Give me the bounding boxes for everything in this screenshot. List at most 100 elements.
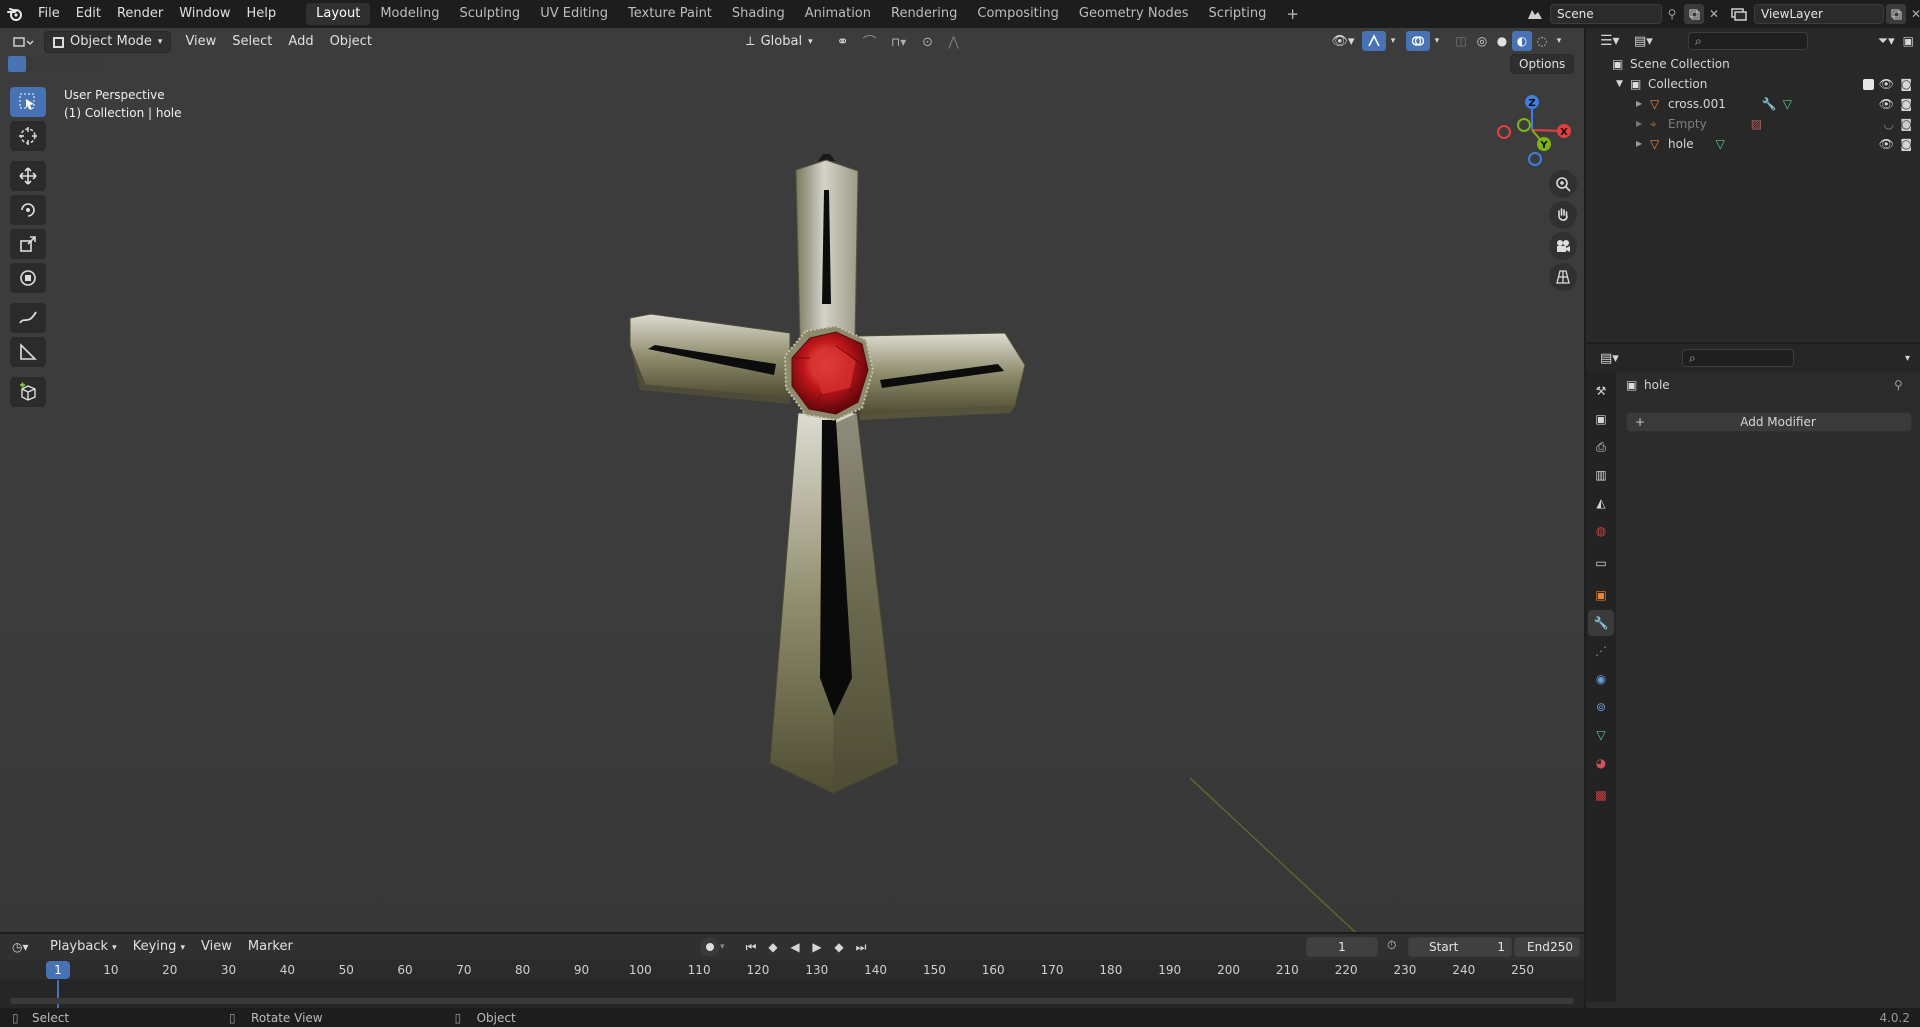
chevron-right-icon[interactable]: ▶ [1636, 94, 1650, 114]
physics-tab-icon[interactable]: ◉ [1588, 666, 1614, 692]
add-modifier-button[interactable]: + Add Modifier [1626, 412, 1912, 432]
snap-icon[interactable]: ⌒ [859, 32, 881, 52]
jump-start-icon[interactable]: ⏮ [740, 940, 762, 955]
properties-editor-icon[interactable]: ▤▾ [1600, 351, 1630, 366]
camera-icon[interactable]: ◙ [1900, 134, 1912, 154]
timeline-ruler[interactable]: 1 10 20 30 40 50 60 70 80 90 100 110 120 130 140 150 16… [0, 960, 1584, 980]
measure-tool[interactable] [10, 337, 46, 367]
camera-icon[interactable]: ◙ [1900, 114, 1912, 134]
chevron-down-icon[interactable]: ▾ [720, 942, 734, 952]
cursor-tool[interactable] [10, 121, 46, 151]
tab-sculpting[interactable]: Sculpting [449, 3, 530, 25]
render-tab-icon[interactable]: ▣ [1588, 406, 1614, 432]
tab-uv-editing[interactable]: UV Editing [530, 3, 618, 25]
tab-layout[interactable]: Layout [306, 3, 371, 25]
visibility-icon[interactable]: 👁▾ [1328, 34, 1358, 49]
menu-view[interactable]: View [177, 31, 224, 53]
transform-orientation-dropdown[interactable]: ⟂ Global ▾ [738, 31, 821, 53]
include-checkbox[interactable] [1863, 79, 1874, 90]
menu-add[interactable]: Add [280, 31, 321, 53]
select-invert-icon[interactable] [65, 56, 83, 72]
menu-render[interactable]: Render [109, 0, 171, 28]
menu-object[interactable]: Object [322, 31, 380, 53]
view-layer-name-field[interactable]: ViewLayer [1754, 4, 1884, 24]
rendered-shading-icon[interactable]: ◌ [1532, 34, 1552, 48]
display-mode-icon[interactable]: ▤▾ [1634, 34, 1664, 49]
tool-tab-icon[interactable]: ⚒ [1588, 378, 1614, 404]
scene-collection-row[interactable]: ▣ Scene Collection [1612, 54, 1920, 74]
chevron-right-icon[interactable]: ▶ [1636, 134, 1650, 154]
tab-geometry-nodes[interactable]: Geometry Nodes [1069, 3, 1199, 25]
material-shading-icon[interactable]: ◐ [1512, 31, 1532, 51]
wireframe-shading-icon[interactable]: ◎ [1472, 34, 1492, 48]
overlay-toggle-icon[interactable] [1406, 31, 1430, 51]
tab-compositing[interactable]: Compositing [967, 3, 1069, 25]
outliner-item-cross[interactable]: ▶ ▽ cross.001 🔧 ▽ 👁 ◙ [1612, 94, 1920, 114]
chevron-right-icon[interactable]: ▶ [1636, 114, 1650, 134]
filter-icon[interactable]: ⏷▾ [1878, 34, 1895, 49]
end-frame-field[interactable]: End 250 [1514, 937, 1580, 957]
pin-icon[interactable]: ⚲ [1894, 378, 1903, 392]
particles-tab-icon[interactable]: ⋰ [1588, 638, 1614, 664]
pin-icon[interactable]: ⚲ [1662, 7, 1682, 21]
new-view-layer-icon[interactable] [1886, 4, 1906, 24]
tab-animation[interactable]: Animation [795, 3, 881, 25]
scale-tool[interactable] [10, 229, 46, 259]
pivot-icon[interactable]: ⚭ [827, 34, 859, 50]
eye-icon[interactable]: 👁 [1879, 74, 1894, 94]
menu-keying[interactable]: Keying ▾ [125, 936, 193, 958]
editor-type-icon[interactable] [10, 31, 38, 53]
snap-target-icon[interactable]: ⊓▾ [881, 35, 917, 49]
menu-edit[interactable]: Edit [68, 0, 109, 28]
camera-icon[interactable]: ◙ [1900, 94, 1912, 114]
menu-playback[interactable]: Playback ▾ [42, 936, 125, 958]
pan-hand-icon[interactable] [1549, 201, 1577, 229]
solid-shading-icon[interactable]: ● [1492, 34, 1512, 48]
next-keyframe-icon[interactable]: ◆ [828, 940, 850, 954]
tab-shading[interactable]: Shading [722, 3, 795, 25]
tab-modeling[interactable]: Modeling [370, 3, 449, 25]
menu-timeline-view[interactable]: View [193, 936, 240, 958]
menu-help[interactable]: Help [239, 0, 285, 28]
start-frame-field[interactable]: Start 1 [1408, 937, 1512, 957]
menu-window[interactable]: Window [171, 0, 238, 28]
chevron-down-icon[interactable]: ▼ [1616, 74, 1630, 94]
zoom-icon[interactable] [1549, 170, 1577, 198]
gizmo-toggle-icon[interactable] [1362, 31, 1386, 51]
falloff-icon[interactable]: ⋀ [939, 35, 969, 50]
mode-dropdown[interactable]: Object Mode ▾ [44, 31, 172, 53]
view-layer-icon[interactable] [1724, 3, 1754, 25]
chevron-down-icon[interactable]: ▾ [1430, 36, 1444, 46]
scene-icon[interactable] [1520, 3, 1550, 25]
eye-icon[interactable]: 👁 [1879, 94, 1894, 114]
menu-file[interactable]: File [30, 0, 68, 28]
material-tab-icon[interactable]: ◕ [1588, 750, 1614, 776]
delete-scene-icon[interactable]: ✕ [1704, 7, 1724, 21]
proportional-edit-icon[interactable]: ⊙ [917, 35, 939, 50]
rotate-tool[interactable] [10, 195, 46, 225]
outliner-item-hole[interactable]: ▶ ▽ hole ▽ 👁 ◙ [1612, 134, 1920, 154]
view-layer-tab-icon[interactable]: ▥ [1588, 462, 1614, 488]
chevron-down-icon[interactable]: ▾ [1386, 36, 1400, 46]
select-box-tool[interactable] [10, 87, 46, 117]
play-reverse-icon[interactable]: ◀ [784, 940, 806, 954]
navigation-gizmo[interactable]: Z X Y [1492, 88, 1572, 170]
modifier-tab-icon[interactable]: 🔧 [1588, 610, 1614, 636]
new-scene-icon[interactable] [1684, 4, 1704, 24]
scene-tab-icon[interactable]: ◭ [1588, 490, 1614, 516]
timeline-track[interactable] [0, 980, 1584, 1008]
tab-rendering[interactable]: Rendering [881, 3, 967, 25]
playhead-marker[interactable]: 1 [46, 961, 70, 979]
prev-keyframe-icon[interactable]: ◆ [762, 940, 784, 954]
tab-scripting[interactable]: Scripting [1199, 3, 1277, 25]
select-extend-icon[interactable] [27, 56, 45, 72]
jump-end-icon[interactable]: ⏭ [850, 940, 872, 955]
texture-tab-icon[interactable]: ▩ [1588, 782, 1614, 808]
menu-select[interactable]: Select [224, 31, 280, 53]
eye-icon[interactable]: 👁 [1879, 134, 1894, 154]
tab-texture-paint[interactable]: Texture Paint [618, 3, 722, 25]
collection-tab-icon[interactable]: ▭ [1588, 550, 1614, 576]
perspective-grid-icon[interactable] [1549, 263, 1577, 291]
options-button[interactable]: Options [1510, 54, 1575, 74]
eye-hidden-icon[interactable]: ◡ [1884, 114, 1894, 134]
